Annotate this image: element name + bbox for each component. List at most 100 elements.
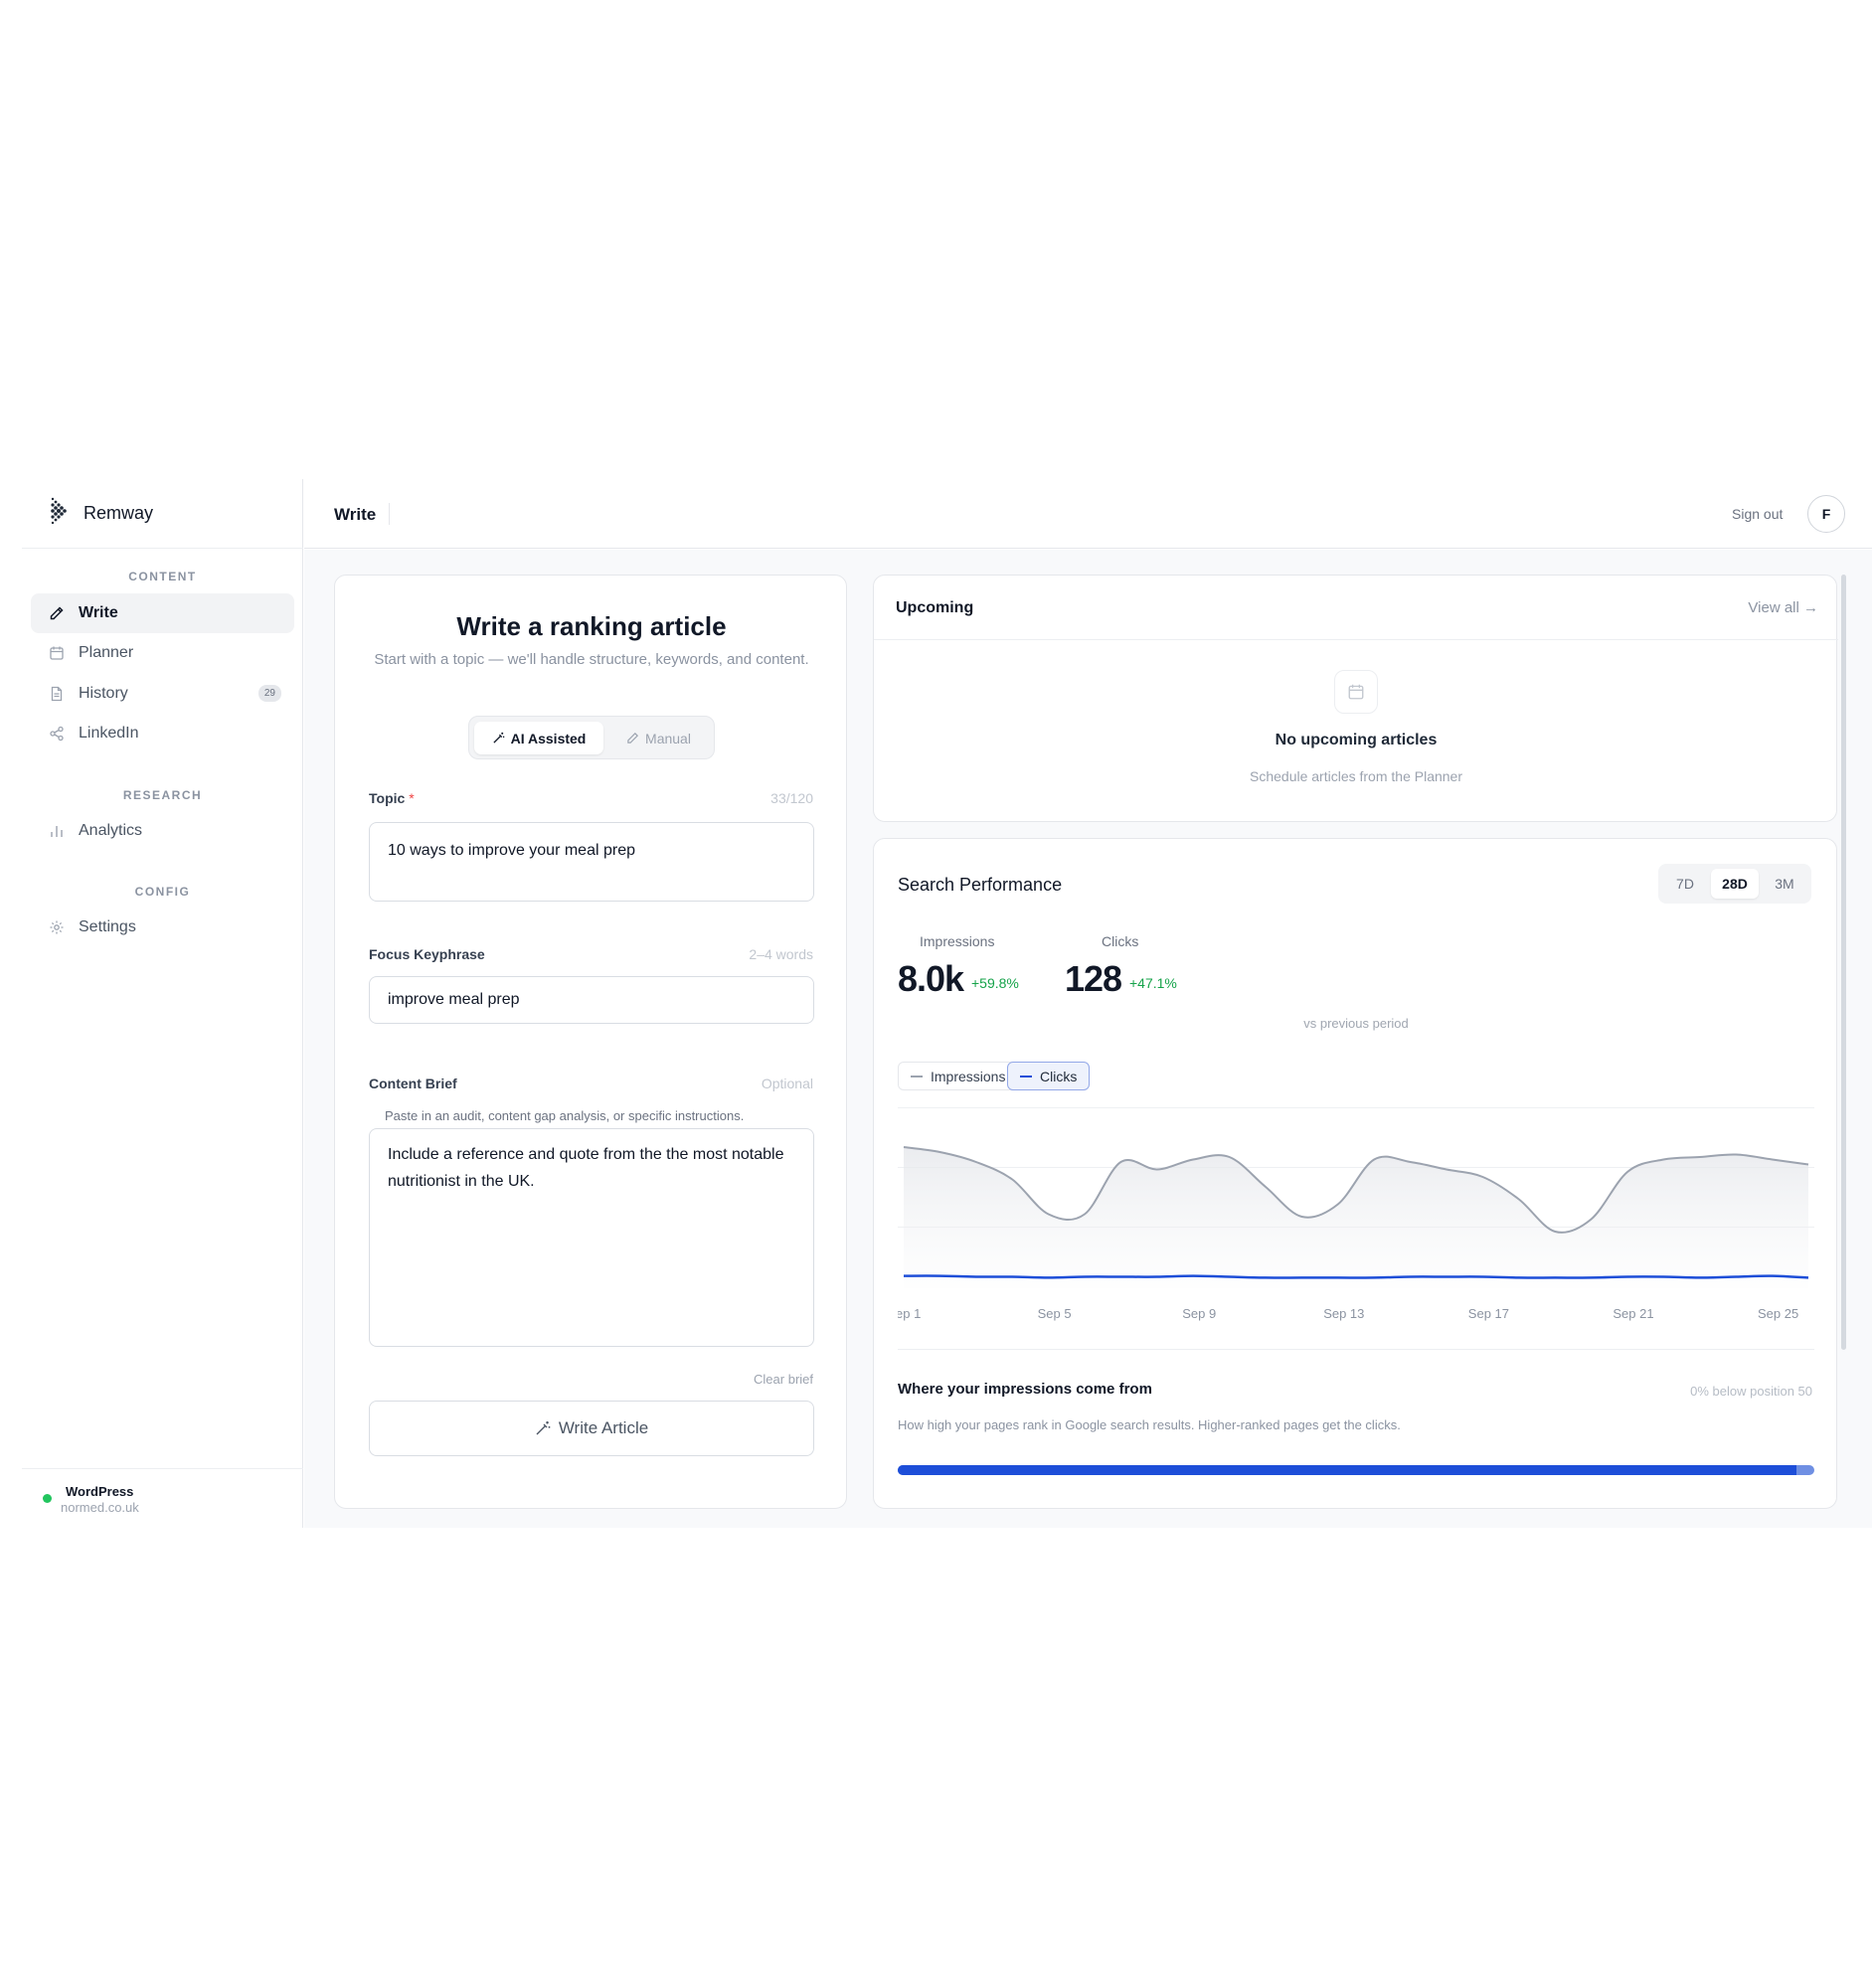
site-platform: WordPress xyxy=(66,1484,134,1499)
sources-description: How high your pages rank in Google searc… xyxy=(898,1417,1401,1432)
x-tick-label: Sep 17 xyxy=(1468,1306,1509,1321)
sidebar-item-history[interactable]: History 29 xyxy=(31,674,294,714)
clicks-point[interactable] xyxy=(1770,1273,1776,1279)
impressions-point[interactable] xyxy=(936,1149,942,1155)
impressions-value: 8.0k xyxy=(898,958,964,999)
impressions-point[interactable] xyxy=(1046,1212,1052,1218)
impressions-point[interactable] xyxy=(1227,1154,1233,1160)
sidebar-item-write[interactable]: Write xyxy=(31,593,294,633)
clicks-point[interactable] xyxy=(1733,1274,1739,1280)
clicks-point[interactable] xyxy=(973,1274,979,1280)
impressions-point[interactable] xyxy=(1408,1159,1414,1165)
impressions-point[interactable] xyxy=(1733,1152,1739,1158)
impressions-point[interactable] xyxy=(1660,1157,1666,1163)
impressions-point[interactable] xyxy=(1190,1157,1196,1163)
view-all-link[interactable]: View all → xyxy=(1748,599,1818,616)
search-performance-card: Search Performance 7D 28D 3M Impressions… xyxy=(873,838,1837,1509)
document-icon xyxy=(48,685,66,703)
sidebar-item-settings[interactable]: Settings xyxy=(31,908,294,947)
top-position-fill xyxy=(898,1465,1796,1475)
sidebar-item-label: Write xyxy=(79,604,118,621)
clicks-point[interactable] xyxy=(1009,1274,1015,1280)
title-divider xyxy=(389,503,390,525)
range-3m-button[interactable]: 3M xyxy=(1761,869,1808,899)
clicks-point[interactable] xyxy=(1371,1274,1377,1280)
clicks-point[interactable] xyxy=(1408,1274,1414,1280)
range-7d-button[interactable]: 7D xyxy=(1661,869,1709,899)
sidebar-item-linkedin[interactable]: LinkedIn xyxy=(31,714,294,753)
sidebar-item-analytics[interactable]: Analytics xyxy=(31,811,294,851)
impressions-point[interactable] xyxy=(1335,1202,1341,1208)
impressions-point[interactable] xyxy=(1154,1167,1160,1173)
sign-out-button[interactable]: Sign out xyxy=(1732,506,1783,522)
top-bar: Write Sign out F xyxy=(304,479,1872,549)
clicks-point[interactable] xyxy=(1190,1273,1196,1279)
clicks-point[interactable] xyxy=(1263,1274,1269,1280)
mode-label: Manual xyxy=(645,730,691,746)
keyphrase-input[interactable]: improve meal prep xyxy=(369,976,814,1024)
site-connection[interactable]: WordPress normed.co.uk xyxy=(22,1468,303,1528)
clear-brief-button[interactable]: Clear brief xyxy=(754,1372,813,1387)
clicks-point[interactable] xyxy=(1046,1274,1052,1280)
clicks-point[interactable] xyxy=(1444,1274,1449,1280)
scrollbar[interactable] xyxy=(1841,575,1846,1350)
impressions-point[interactable] xyxy=(1805,1162,1811,1168)
impressions-point[interactable] xyxy=(1263,1184,1269,1190)
clicks-toggle[interactable]: Clicks xyxy=(1007,1062,1091,1090)
sidebar-item-label: LinkedIn xyxy=(79,725,139,742)
clicks-point[interactable] xyxy=(1589,1274,1595,1280)
impressions-point[interactable] xyxy=(973,1159,979,1165)
clicks-point[interactable] xyxy=(1479,1274,1485,1280)
topic-input[interactable]: 10 ways to improve your meal prep xyxy=(369,822,814,902)
section-divider xyxy=(898,1349,1814,1350)
impressions-toggle[interactable]: Impressions xyxy=(898,1062,1019,1090)
brief-label: Content Brief xyxy=(369,1076,457,1091)
impressions-label: Impressions xyxy=(920,933,995,949)
share-icon xyxy=(48,725,66,743)
write-subtitle: Start with a topic — we'll handle struct… xyxy=(374,651,809,668)
impressions-point[interactable] xyxy=(1298,1214,1304,1220)
clicks-point[interactable] xyxy=(1298,1274,1304,1280)
clicks-value: 128 xyxy=(1065,958,1122,999)
impressions-point[interactable] xyxy=(1009,1177,1015,1183)
clicks-point[interactable] xyxy=(1335,1274,1341,1280)
clicks-point[interactable] xyxy=(1697,1274,1703,1280)
clicks-label: Clicks xyxy=(1102,933,1139,949)
clicks-point[interactable] xyxy=(901,1273,907,1279)
clicks-point[interactable] xyxy=(1154,1274,1160,1280)
impressions-point[interactable] xyxy=(1552,1229,1558,1235)
sidebar-item-planner[interactable]: Planner xyxy=(31,633,294,673)
impressions-point[interactable] xyxy=(1082,1212,1088,1218)
impressions-delta: +59.8% xyxy=(971,975,1019,991)
history-count-badge: 29 xyxy=(257,685,281,702)
clicks-point[interactable] xyxy=(1624,1274,1630,1280)
impressions-point[interactable] xyxy=(1624,1169,1630,1175)
impressions-point[interactable] xyxy=(1770,1157,1776,1163)
impressions-point[interactable] xyxy=(1371,1157,1377,1163)
impressions-point[interactable] xyxy=(1479,1174,1485,1180)
clicks-point[interactable] xyxy=(1227,1274,1233,1280)
impressions-point[interactable] xyxy=(1444,1167,1449,1173)
impressions-point[interactable] xyxy=(1589,1217,1595,1223)
legend-label: Clicks xyxy=(1040,1068,1078,1084)
brief-textarea[interactable]: Include a reference and quote from the t… xyxy=(369,1128,814,1347)
date-range-toggle: 7D 28D 3M xyxy=(1658,864,1811,904)
impressions-point[interactable] xyxy=(1117,1159,1123,1165)
impressions-point[interactable] xyxy=(1516,1197,1522,1203)
ai-assisted-mode-button[interactable]: AI Assisted xyxy=(474,722,603,754)
clicks-point[interactable] xyxy=(1082,1274,1088,1280)
clicks-point[interactable] xyxy=(1516,1274,1522,1280)
avatar[interactable]: F xyxy=(1807,495,1845,533)
clicks-point[interactable] xyxy=(1660,1274,1666,1280)
impressions-point[interactable] xyxy=(901,1144,907,1150)
clicks-point[interactable] xyxy=(1117,1274,1123,1280)
range-28d-button[interactable]: 28D xyxy=(1711,869,1759,899)
clicks-point[interactable] xyxy=(1805,1274,1811,1280)
brand[interactable]: Remway xyxy=(22,479,303,549)
clicks-point[interactable] xyxy=(1552,1274,1558,1280)
clicks-point[interactable] xyxy=(936,1273,942,1279)
empty-state-title: No upcoming articles xyxy=(1275,732,1438,748)
write-article-button[interactable]: Write Article xyxy=(369,1401,814,1456)
impressions-point[interactable] xyxy=(1697,1154,1703,1160)
manual-mode-button[interactable]: Manual xyxy=(606,722,711,754)
